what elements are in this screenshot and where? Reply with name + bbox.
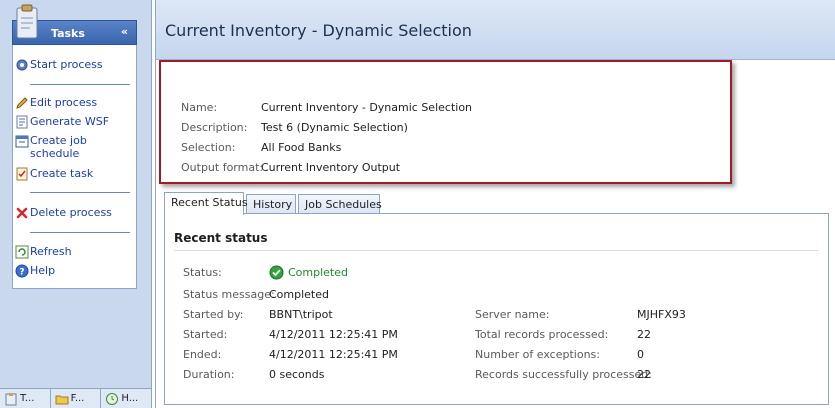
clipboard-icon bbox=[5, 393, 17, 406]
collapse-icon[interactable]: « bbox=[121, 25, 128, 38]
create-task-label: Create task bbox=[30, 167, 94, 180]
started-value: 4/12/2011 12:25:41 PM bbox=[269, 328, 398, 341]
edit-process-link[interactable]: Edit process bbox=[16, 96, 98, 110]
recent-status-heading: Recent status bbox=[174, 231, 268, 245]
ended-value: 4/12/2011 12:25:41 PM bbox=[269, 348, 398, 361]
refresh-icon bbox=[15, 245, 29, 259]
folder-icon bbox=[55, 395, 69, 405]
delete-process-label: Delete process bbox=[30, 206, 112, 219]
ended-label: Ended: bbox=[183, 348, 222, 361]
status-message-value: Completed bbox=[269, 288, 329, 301]
svg-text:?: ? bbox=[19, 268, 24, 278]
bottom-tab-f[interactable]: F... bbox=[51, 389, 102, 408]
tasks-title: Tasks bbox=[51, 27, 85, 40]
pencil-icon bbox=[16, 97, 28, 109]
started-label: Started: bbox=[183, 328, 228, 341]
script-icon bbox=[16, 115, 28, 129]
help-icon: ? bbox=[15, 264, 29, 278]
refresh-link[interactable]: Refresh bbox=[15, 245, 72, 259]
exceptions-label: Number of exceptions: bbox=[475, 348, 600, 361]
tab-recent-status[interactable]: Recent Status bbox=[164, 192, 248, 215]
duration-label: Duration: bbox=[183, 368, 235, 381]
main-content: Current Inventory - Dynamic Selection Na… bbox=[155, 0, 835, 408]
recent-status-panel: Recent status Status: Completed Status m… bbox=[164, 213, 829, 405]
start-process-label: Start process bbox=[30, 58, 103, 71]
status-message-label: Status message: bbox=[183, 288, 275, 301]
duration-value: 0 seconds bbox=[269, 368, 325, 381]
refresh-label: Refresh bbox=[30, 245, 72, 258]
gear-icon bbox=[16, 59, 28, 71]
total-records-value: 22 bbox=[637, 328, 651, 341]
tab-history[interactable]: History bbox=[246, 194, 296, 214]
divider bbox=[30, 84, 130, 85]
exceptions-value: 0 bbox=[637, 348, 644, 361]
history-icon bbox=[106, 393, 119, 405]
total-records-label: Total records processed: bbox=[475, 328, 609, 341]
tab-job-schedules[interactable]: Job Schedules bbox=[298, 194, 382, 214]
left-rail: Tasks « Start process Edit process Gener… bbox=[0, 0, 153, 408]
bottom-tab-label: H... bbox=[121, 393, 139, 404]
edit-process-label: Edit process bbox=[30, 96, 98, 109]
generate-wsf-label: Generate WSF bbox=[30, 115, 110, 128]
divider bbox=[30, 232, 130, 233]
calendar-icon bbox=[15, 135, 29, 148]
create-task-link[interactable]: Create task bbox=[16, 167, 94, 181]
bottom-tab-label: T... bbox=[20, 393, 35, 404]
bottom-tab-strip: T... F... H... bbox=[0, 388, 153, 408]
divider bbox=[30, 192, 130, 193]
start-process-link[interactable]: Start process bbox=[16, 58, 103, 72]
generate-wsf-link[interactable]: Generate WSF bbox=[16, 115, 110, 129]
task-icon bbox=[16, 167, 28, 181]
bottom-tab-history[interactable]: H... bbox=[101, 389, 153, 408]
divider bbox=[174, 250, 819, 251]
page-title: Current Inventory - Dynamic Selection bbox=[165, 21, 472, 40]
create-job-schedule-link[interactable]: Create job schedule bbox=[15, 134, 87, 162]
create-job-label-line2: schedule bbox=[30, 147, 80, 160]
help-link[interactable]: ? Help bbox=[15, 264, 56, 278]
main-header: Current Inventory - Dynamic Selection bbox=[156, 0, 835, 60]
check-icon bbox=[269, 265, 284, 280]
help-label: Help bbox=[30, 264, 56, 277]
started-by-value: BBNT\tripot bbox=[269, 308, 333, 321]
server-name-label: Server name: bbox=[475, 308, 550, 321]
create-job-label-line1: Create job bbox=[30, 134, 87, 147]
highlight-box bbox=[159, 60, 732, 184]
delete-icon bbox=[16, 207, 28, 219]
server-name-value: MJHFX93 bbox=[637, 308, 686, 321]
delete-process-link[interactable]: Delete process bbox=[16, 206, 112, 220]
records-success-label: Records successfully processed: bbox=[475, 368, 652, 381]
clipboard-icon bbox=[16, 4, 38, 39]
bottom-tab-label: F... bbox=[70, 393, 85, 404]
create-job-schedule-label: Create job schedule bbox=[30, 134, 87, 160]
status-text: Completed bbox=[288, 266, 348, 279]
bottom-tab-tasks[interactable]: T... bbox=[0, 389, 51, 408]
started-by-label: Started by: bbox=[183, 308, 244, 321]
status-label: Status: bbox=[183, 266, 222, 279]
records-success-value: 22 bbox=[637, 368, 651, 381]
